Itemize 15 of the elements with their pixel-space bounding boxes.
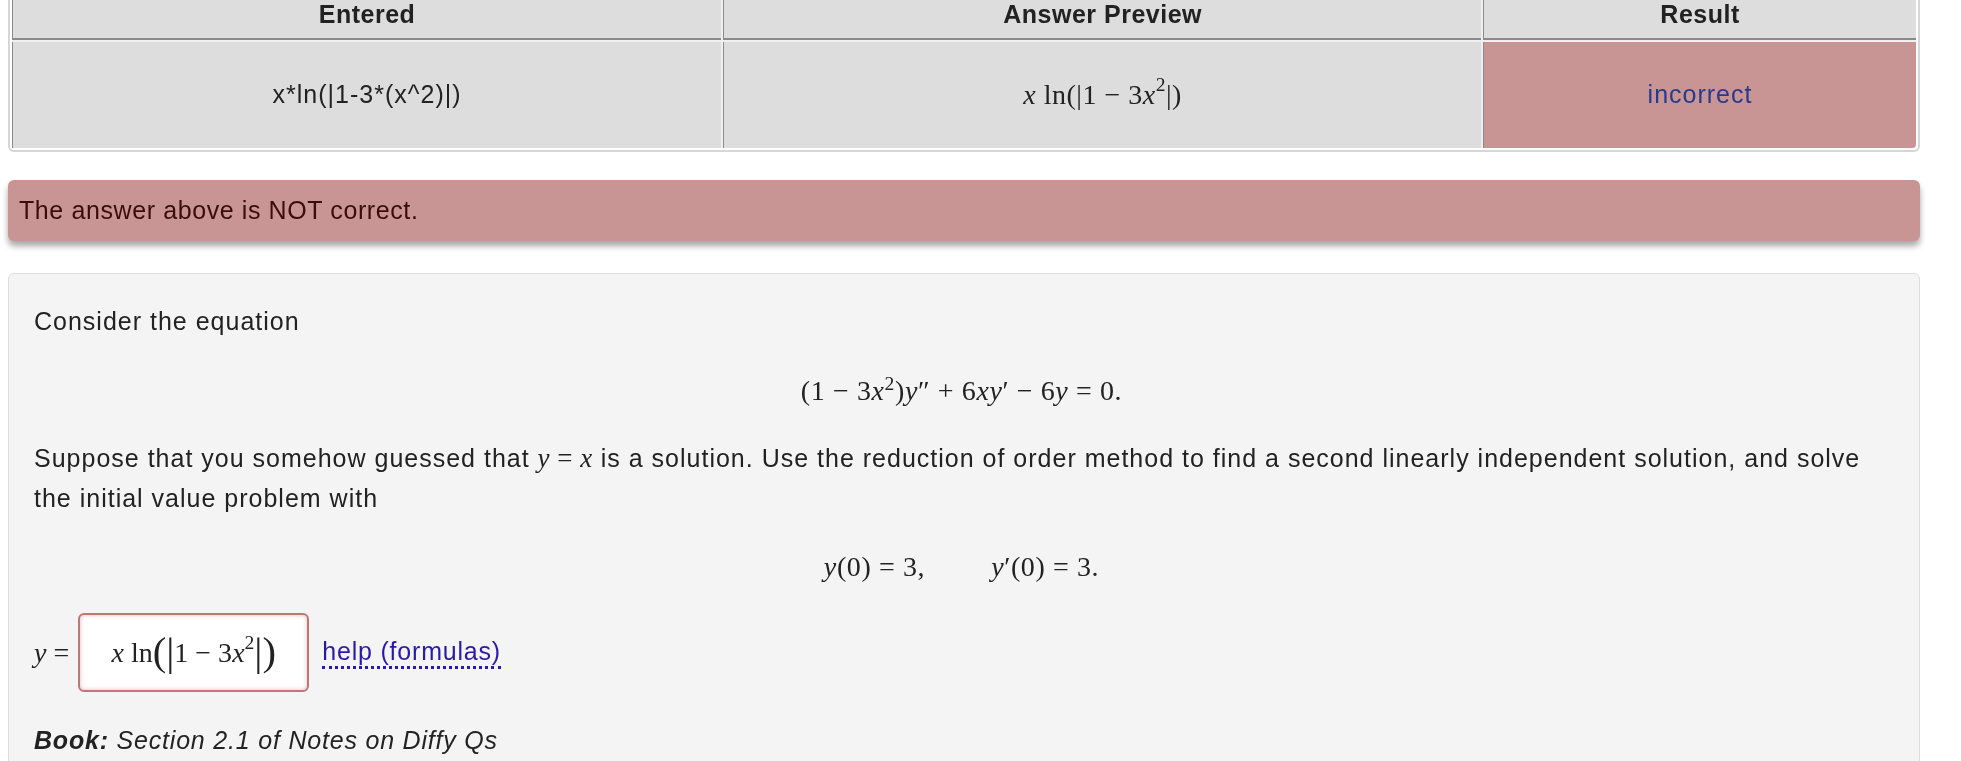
table-cell: incorrect <box>1483 42 1916 148</box>
feedback-alert: The answer above is NOT correct. <box>8 180 1920 241</box>
answer-field[interactable]: x ln(|1 − 3x$^{2}$|) <box>78 613 310 692</box>
column-header: Entered <box>12 0 722 40</box>
paragraph: Suppose that you somehow guessed that y = x is a solution. Use the reduction of order method to find a second linearly independent solution, and solve the initial value problem with <box>34 442 1862 514</box>
table-cell: x ln(|1 − 3x$^{2}$|) <box>723 42 1482 148</box>
book-reference: Book: Section 2.1 of Notes on Diffy Qs <box>34 725 499 756</box>
table-cell: x*ln(|1-3*(x^2)|) <box>12 42 722 148</box>
math-equation: y′(0) = 3. <box>991 550 1100 584</box>
math-equation: (1 − 3x$^{2}$)y″ + 6xy′ − 6y = 0. <box>800 372 1123 408</box>
math-equation: y(0) = 3, <box>823 550 926 584</box>
paragraph: Consider the equation <box>34 306 301 337</box>
column-header: Answer Preview <box>723 0 1482 40</box>
column-header: Result <box>1483 0 1916 40</box>
help-link[interactable]: help (formulas) <box>322 636 501 669</box>
